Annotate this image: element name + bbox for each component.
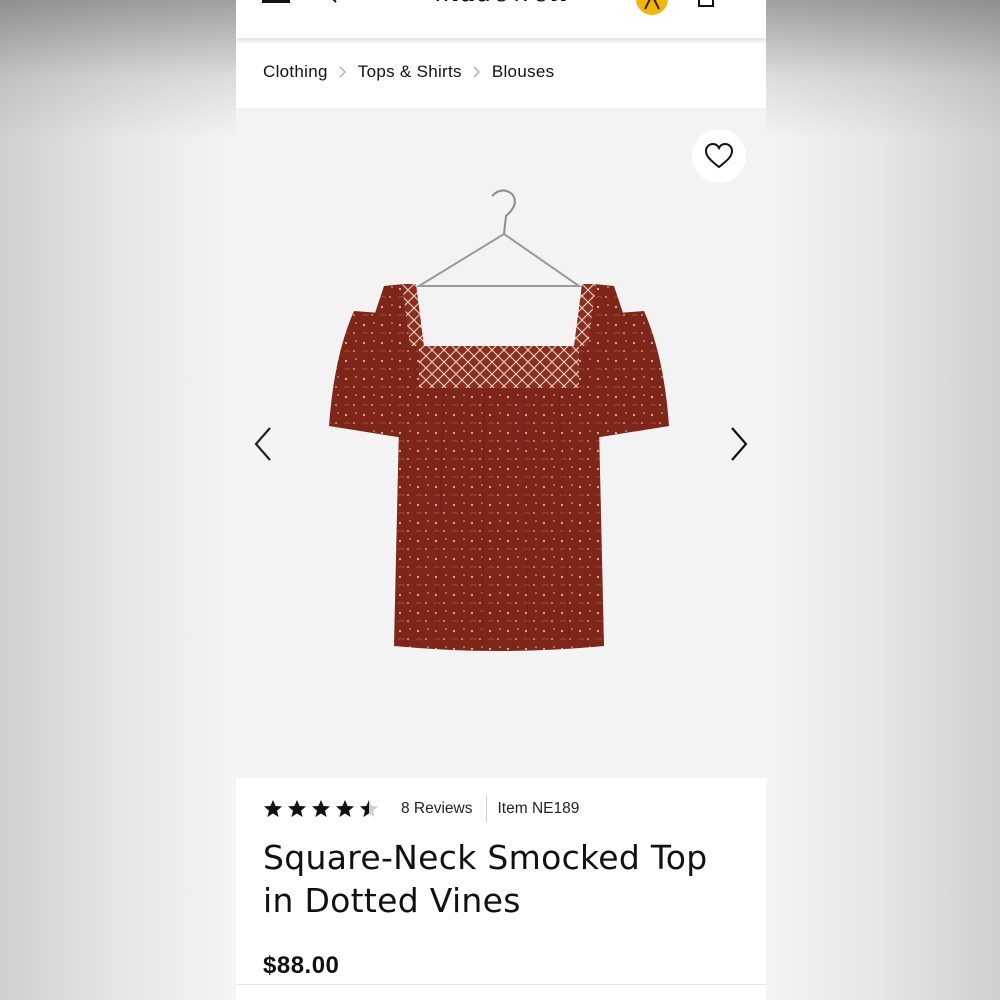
star-full-icon	[336, 800, 354, 817]
product-image-gallery	[236, 108, 766, 778]
account-avatar-glyph	[644, 0, 660, 10]
next-image-button[interactable]	[723, 424, 753, 464]
star-full-icon	[288, 800, 306, 817]
product-image[interactable]	[324, 176, 674, 736]
product-price: $88.00	[263, 952, 340, 979]
brand-logo[interactable]: madewell	[422, 0, 582, 8]
shopping-bag-icon[interactable]: 0	[696, 0, 730, 8]
breadcrumb: Clothing Tops & Shirts Blouses	[263, 60, 554, 84]
product-title-line-2: in Dotted Vines	[263, 881, 521, 920]
rating-row: 8 Reviews Item NE189	[263, 796, 579, 822]
chevron-right-icon	[473, 66, 480, 78]
favorite-button[interactable]	[692, 129, 746, 183]
item-number: Item NE189	[497, 800, 580, 817]
hamburger-menu-icon[interactable]	[262, 0, 290, 6]
star-half-icon	[360, 800, 378, 817]
site-header: madewell 0	[236, 0, 766, 38]
breadcrumb-item-clothing[interactable]: Clothing	[263, 62, 328, 82]
chevron-right-icon	[339, 66, 346, 78]
reviews-link[interactable]: 8 Reviews	[401, 800, 473, 818]
smocked-yoke	[419, 346, 579, 388]
breadcrumb-item-blouses[interactable]: Blouses	[492, 62, 555, 82]
search-icon[interactable]	[324, 0, 338, 4]
heart-icon	[704, 142, 734, 169]
hanger-bar	[415, 232, 583, 287]
hanger-hook	[491, 189, 516, 235]
mobile-page: madewell 0 Clothing Tops & Shirts Blouse…	[236, 0, 766, 1000]
previous-image-button[interactable]	[250, 424, 280, 464]
divider	[485, 796, 487, 822]
product-title: Square-Neck Smocked Top in Dotted Vines	[263, 836, 743, 922]
star-rating[interactable]	[263, 799, 383, 819]
star-full-icon	[312, 800, 330, 817]
account-icon[interactable]	[636, 0, 668, 15]
star-full-icon	[264, 800, 282, 817]
product-title-line-1: Square-Neck Smocked Top	[263, 838, 708, 877]
divider	[236, 984, 766, 985]
breadcrumb-item-tops-shirts[interactable]: Tops & Shirts	[358, 62, 462, 82]
